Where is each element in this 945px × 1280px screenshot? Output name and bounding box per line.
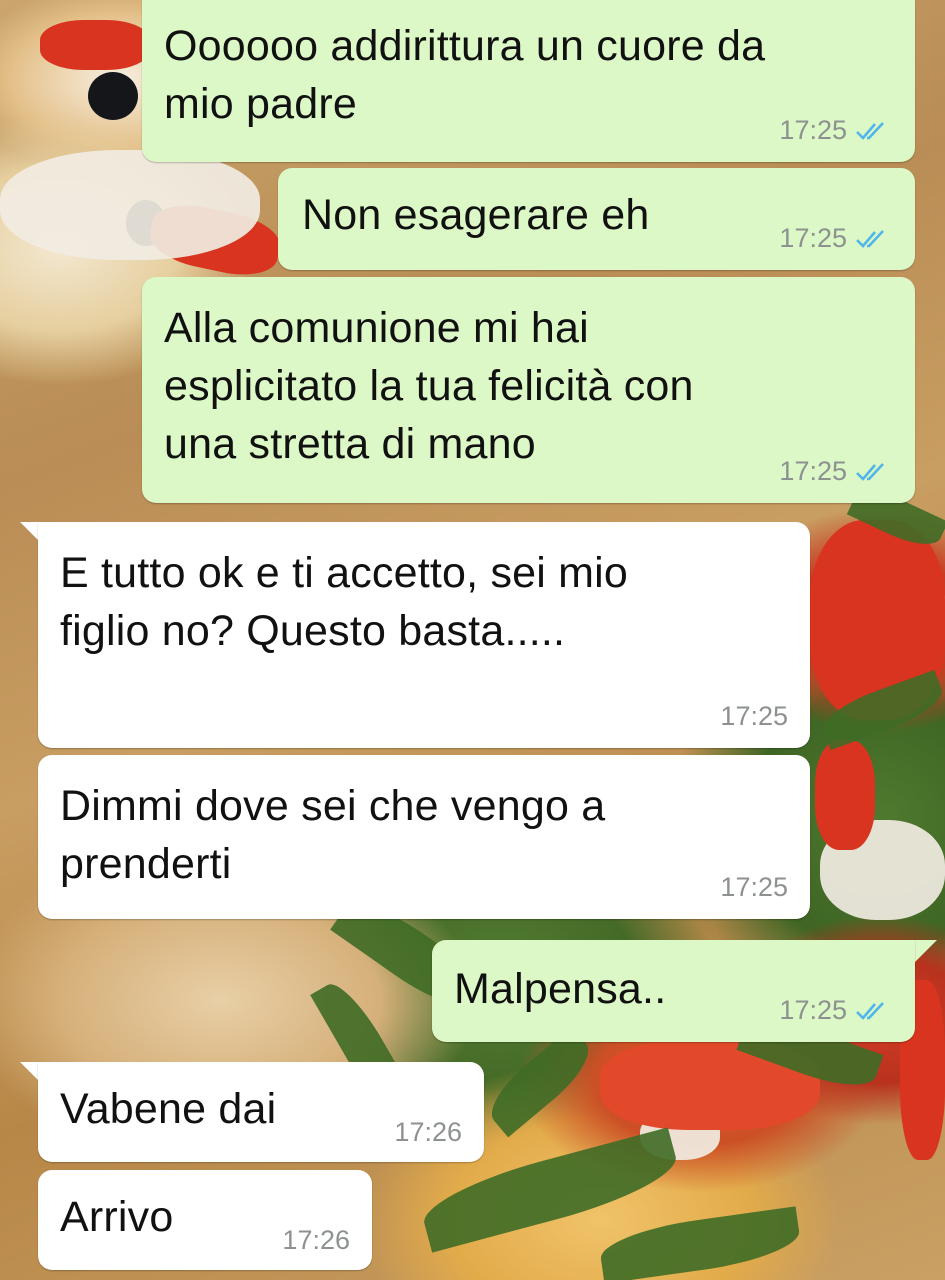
message-meta: 17:26 [394, 1117, 462, 1148]
message-text: Arrivo [60, 1193, 174, 1241]
double-check-read-icon [856, 1001, 884, 1020]
double-check-read-icon [856, 121, 884, 140]
message-meta: 17:25 [779, 115, 889, 146]
message-time: 17:25 [779, 115, 847, 145]
cheese-decoration [0, 150, 260, 260]
message-bubble-incoming[interactable]: Vabene dai 17:26 [38, 1062, 484, 1162]
tomato-decoration [40, 20, 150, 70]
message-text: Oooooo addirittura un cuore da mio padre [164, 22, 766, 128]
arugula-decoration [479, 1026, 601, 1138]
message-bubble-outgoing[interactable]: Alla comunione mi hai esplicitato la tua… [142, 277, 915, 503]
message-meta: 17:26 [282, 1225, 350, 1256]
message-time: 17:25 [779, 456, 847, 486]
message-text: Non esagerare eh [302, 191, 650, 239]
message-text: Malpensa.. [454, 965, 667, 1013]
message-time: 17:25 [720, 872, 788, 902]
message-text: Dimmi dove sei che vengo a prenderti [60, 782, 606, 888]
message-bubble-outgoing[interactable]: Malpensa.. 17:25 [432, 940, 915, 1042]
olive-decoration [88, 72, 138, 120]
message-meta: 17:25 [779, 995, 889, 1026]
message-time: 17:26 [282, 1225, 350, 1255]
message-text: Vabene dai [60, 1085, 277, 1133]
message-time: 17:25 [779, 223, 847, 253]
message-meta: 17:25 [779, 223, 889, 254]
arugula-decoration [597, 1206, 803, 1280]
message-text: E tutto ok e ti accetto, sei mio figlio … [60, 549, 629, 655]
message-meta: 17:25 [720, 701, 788, 732]
message-meta: 17:25 [720, 872, 788, 903]
message-bubble-outgoing[interactable]: Non esagerare eh 17:25 [278, 168, 915, 270]
message-time: 17:26 [394, 1117, 462, 1147]
message-text: Alla comunione mi hai esplicitato la tua… [164, 304, 694, 468]
double-check-read-icon [856, 462, 884, 481]
double-check-read-icon [856, 229, 884, 248]
message-bubble-incoming[interactable]: Dimmi dove sei che vengo a prenderti 17:… [38, 755, 810, 919]
message-bubble-incoming[interactable]: Arrivo 17:26 [38, 1170, 372, 1270]
bubble-tail [915, 940, 937, 962]
message-bubble-incoming[interactable]: E tutto ok e ti accetto, sei mio figlio … [38, 522, 810, 748]
message-meta: 17:25 [779, 456, 889, 487]
message-bubble-outgoing[interactable]: Oooooo addirittura un cuore da mio padre… [142, 0, 915, 162]
message-time: 17:25 [779, 995, 847, 1025]
message-time: 17:25 [720, 701, 788, 731]
tomato-decoration [815, 740, 875, 850]
